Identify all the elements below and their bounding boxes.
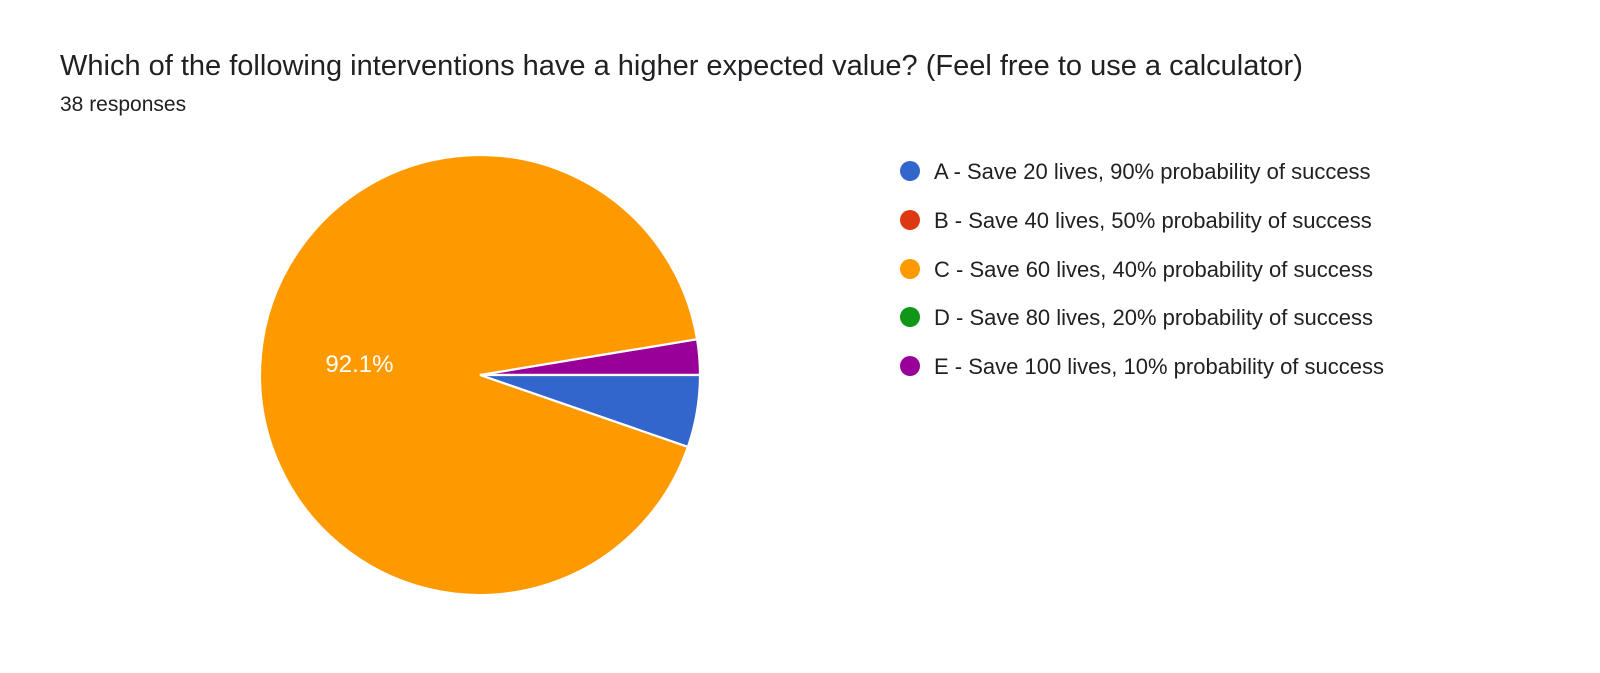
legend-swatch-c — [900, 259, 920, 279]
responses-count: 38 responses — [60, 93, 1540, 117]
chart-title: Which of the following interventions hav… — [60, 50, 1540, 83]
legend-swatch-e — [900, 356, 920, 376]
legend-item-e: E - Save 100 lives, 10% probability of s… — [900, 352, 1540, 383]
legend-item-d: D - Save 80 lives, 20% probability of su… — [900, 303, 1540, 334]
pie-label-c: 92.1% — [325, 351, 393, 379]
legend-item-a: A - Save 20 lives, 90% probability of su… — [900, 157, 1540, 188]
legend-swatch-d — [900, 307, 920, 327]
chart-container: Which of the following interventions hav… — [0, 0, 1600, 595]
legend-label-c: C - Save 60 lives, 40% probability of su… — [934, 255, 1373, 286]
pie-chart: 92.1% — [260, 155, 700, 595]
legend-label-d: D - Save 80 lives, 20% probability of su… — [934, 303, 1373, 334]
legend-label-e: E - Save 100 lives, 10% probability of s… — [934, 352, 1384, 383]
pie-wrapper: 92.1% — [60, 147, 900, 595]
legend-swatch-b — [900, 210, 920, 230]
legend: A - Save 20 lives, 90% probability of su… — [900, 147, 1540, 401]
chart-area: 92.1% A - Save 20 lives, 90% probability… — [60, 147, 1540, 595]
legend-item-b: B - Save 40 lives, 50% probability of su… — [900, 206, 1540, 237]
legend-swatch-a — [900, 161, 920, 181]
legend-item-c: C - Save 60 lives, 40% probability of su… — [900, 255, 1540, 286]
legend-label-a: A - Save 20 lives, 90% probability of su… — [934, 157, 1371, 188]
legend-label-b: B - Save 40 lives, 50% probability of su… — [934, 206, 1372, 237]
